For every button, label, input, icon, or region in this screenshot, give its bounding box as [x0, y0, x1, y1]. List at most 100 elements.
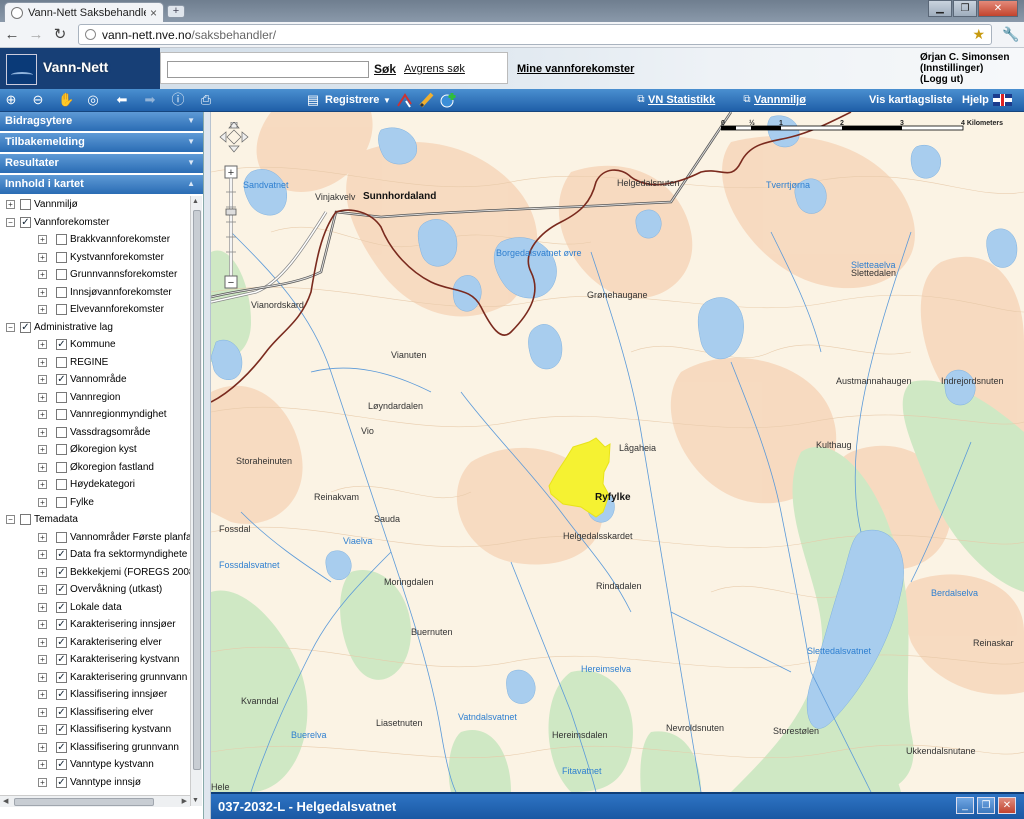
expand-node-icon[interactable]: + [38, 532, 47, 542]
print-icon[interactable]: ⎙ [198, 92, 214, 108]
layer-checkbox[interactable]: ✓ [20, 216, 31, 228]
layer-checkbox[interactable] [56, 234, 67, 245]
layer-checkbox[interactable] [56, 356, 67, 368]
layer-tree-item[interactable]: + ✓ Vanntype innsjø [0, 774, 190, 792]
expand-node-icon[interactable]: + [38, 725, 47, 734]
expand-node-icon[interactable]: + [38, 777, 47, 787]
collapse-node-icon[interactable]: − [6, 515, 15, 524]
expand-node-icon[interactable]: + [38, 550, 47, 559]
layer-checkbox[interactable]: ✓ [56, 601, 67, 613]
add-feature-icon[interactable] [439, 91, 457, 109]
layer-tree-item[interactable]: + ✓ Karakterisering grunnvann [0, 669, 190, 687]
tab-close-icon[interactable]: × [150, 6, 157, 20]
layer-list-link[interactable]: Vis kartlagsliste [869, 94, 953, 106]
expand-node-icon[interactable]: + [38, 567, 47, 577]
expand-node-icon[interactable]: + [38, 270, 47, 279]
layer-tree-item[interactable]: + ✓ Data fra sektormyndighete [0, 546, 190, 564]
restore-panel-button[interactable]: ❐ [977, 797, 995, 814]
tree-vertical-scrollbar[interactable]: ▲ ▼ [190, 196, 202, 806]
layer-tree-item[interactable]: + ✓ Klassifisering innsjøer [0, 686, 190, 704]
layer-tree-item[interactable]: + Vannmiljø [0, 196, 190, 214]
scroll-thumb[interactable] [14, 798, 154, 806]
minimize-window-button[interactable]: ▁ [928, 0, 952, 17]
collapse-node-icon[interactable]: − [6, 217, 15, 227]
scroll-right-icon[interactable]: ▶ [182, 797, 187, 805]
expand-node-icon[interactable]: + [38, 480, 47, 489]
layer-tree-item[interactable]: + Økoregion kyst [0, 441, 190, 459]
layer-tree-item[interactable]: − Temadata [0, 511, 190, 529]
wrench-menu-icon[interactable]: 🔧 [998, 26, 1024, 43]
layer-checkbox[interactable]: ✓ [56, 706, 67, 718]
scroll-up-icon[interactable]: ▲ [192, 198, 199, 205]
sidebar-splitter[interactable] [204, 112, 211, 819]
layer-checkbox[interactable] [56, 444, 67, 455]
layer-checkbox[interactable]: ✓ [56, 566, 67, 578]
layer-tree-item[interactable]: + Vannregionmyndighet [0, 406, 190, 424]
expand-node-icon[interactable]: + [38, 655, 47, 664]
layer-tree-item[interactable]: + ✓ Vannområde [0, 371, 190, 389]
expand-node-icon[interactable]: + [38, 690, 47, 699]
expand-node-icon[interactable]: + [38, 427, 47, 437]
expand-node-icon[interactable]: + [38, 235, 47, 244]
expand-node-icon[interactable]: + [38, 392, 47, 402]
expand-node-icon[interactable]: + [38, 445, 47, 454]
layer-tree-item[interactable]: + Vannområder Første planfa [0, 529, 190, 547]
vn-statistikk-link[interactable]: VN Statistikk [648, 94, 715, 106]
english-flag-icon[interactable] [993, 94, 1012, 106]
back-arrow-icon[interactable]: ← [0, 24, 24, 46]
help-link[interactable]: Hjelp [962, 94, 989, 106]
expand-node-icon[interactable]: + [38, 375, 47, 384]
layer-checkbox[interactable]: ✓ [20, 321, 31, 333]
layer-checkbox[interactable]: ✓ [56, 689, 67, 700]
expand-node-icon[interactable]: + [38, 462, 47, 472]
expand-node-icon[interactable]: + [38, 707, 47, 717]
layer-tree-item[interactable]: + ✓ Klassifisering elver [0, 704, 190, 722]
maximize-window-button[interactable]: ❐ [953, 0, 977, 17]
logout-link[interactable]: (Logg ut) [920, 74, 1009, 85]
layer-tree-item[interactable]: + ✓ Karakterisering kystvann [0, 651, 190, 669]
expand-node-icon[interactable]: + [38, 742, 47, 752]
expand-node-icon[interactable]: + [38, 602, 47, 612]
layer-tree-item[interactable]: + Økoregion fastland [0, 459, 190, 477]
close-window-button[interactable]: ✕ [978, 0, 1018, 17]
layer-tree-item[interactable]: + Kystvannforekomster [0, 249, 190, 267]
layer-checkbox[interactable]: ✓ [56, 339, 67, 350]
detail-panel-bar[interactable]: 037-2032-L - Helgedalsvatnet _ ❐ ✕ [211, 792, 1024, 819]
layer-checkbox[interactable] [20, 514, 31, 525]
layer-tree-item[interactable]: + ✓ Karakterisering innsjøer [0, 616, 190, 634]
bookmark-star-icon[interactable]: ★ [972, 26, 985, 43]
layer-checkbox[interactable]: ✓ [56, 584, 67, 595]
my-waterbodies-link[interactable]: Mine vannforekomster [517, 63, 634, 75]
scroll-thumb[interactable] [193, 210, 201, 770]
search-button[interactable]: Søk [374, 62, 396, 76]
layer-checkbox[interactable] [56, 461, 67, 473]
panel-tilbakemelding[interactable]: Tilbakemelding ▼ [0, 133, 203, 152]
layer-tree-item[interactable]: + ✓ Lokale data [0, 599, 190, 617]
expand-node-icon[interactable]: + [6, 200, 15, 209]
layer-tree-item[interactable]: + Innsjøvannforekomster [0, 284, 190, 302]
expand-node-icon[interactable]: + [38, 357, 47, 367]
layer-checkbox[interactable]: ✓ [56, 741, 67, 753]
address-bar[interactable]: vann-nett.nve.no/saksbehandler/ ★ [78, 24, 992, 45]
layer-checkbox[interactable] [56, 391, 67, 403]
layer-checkbox[interactable] [56, 479, 67, 490]
layer-checkbox[interactable]: ✓ [56, 759, 67, 770]
next-extent-icon[interactable]: ➡ [142, 92, 158, 108]
layer-checkbox[interactable]: ✓ [56, 619, 67, 630]
layer-tree-item[interactable]: + REGINE [0, 354, 190, 372]
layer-checkbox[interactable] [56, 304, 67, 315]
info-icon[interactable]: ⓘ [170, 92, 186, 108]
panel-innhold-i-kartet[interactable]: Innhold i kartet ▲ [0, 175, 203, 194]
layer-checkbox[interactable] [56, 409, 67, 420]
panel-bidragsytere[interactable]: Bidragsytere ▼ [0, 112, 203, 131]
layer-tree-item[interactable]: + ✓ Overvåkning (utkast) [0, 581, 190, 599]
layer-tree-item[interactable]: + Brakkvannforekomster [0, 231, 190, 249]
layer-checkbox[interactable] [56, 286, 67, 298]
expand-node-icon[interactable]: + [38, 620, 47, 629]
expand-node-icon[interactable]: + [38, 252, 47, 262]
close-panel-button[interactable]: ✕ [998, 797, 1016, 814]
layer-checkbox[interactable]: ✓ [56, 549, 67, 560]
previous-extent-icon[interactable]: ⬅ [114, 92, 130, 108]
layer-checkbox[interactable]: ✓ [56, 724, 67, 735]
zoom-in-icon[interactable]: ⊕ [3, 92, 19, 108]
